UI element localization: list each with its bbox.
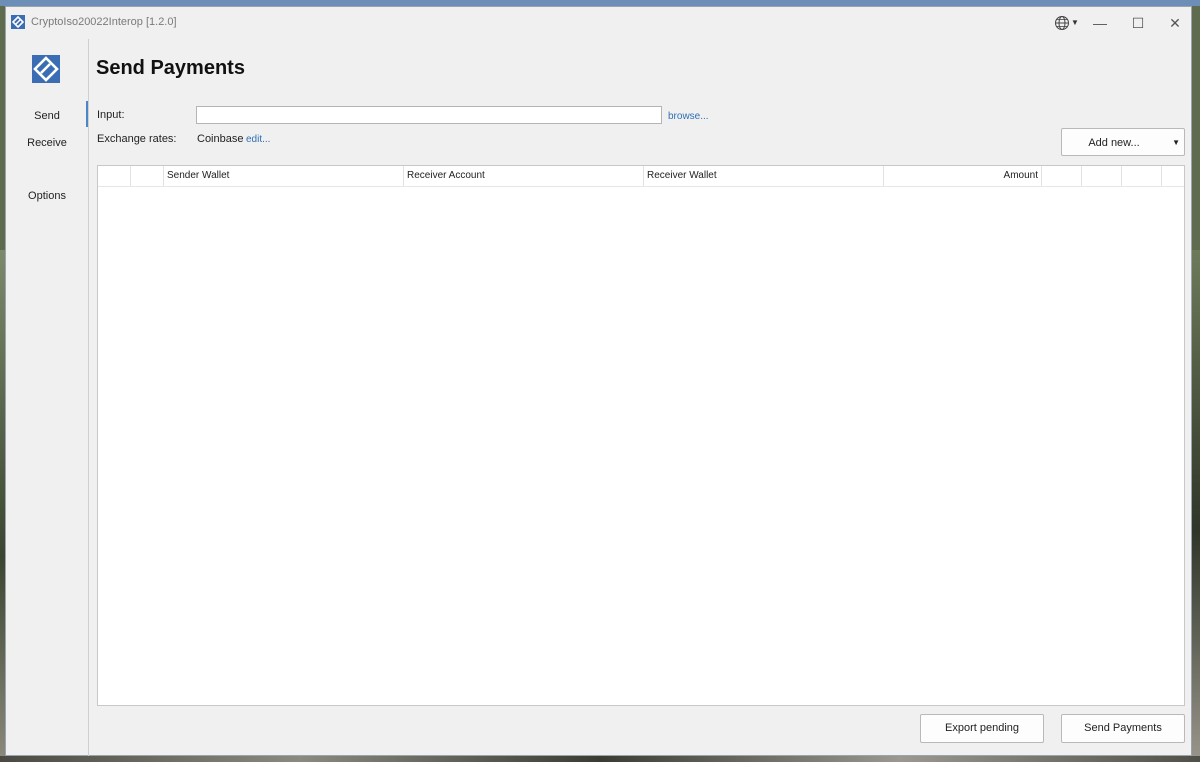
- edit-link[interactable]: edit...: [246, 134, 270, 145]
- globe-icon[interactable]: [1054, 15, 1070, 31]
- export-pending-button[interactable]: Export pending: [920, 714, 1044, 743]
- input-label: Input:: [97, 109, 125, 121]
- title-bar[interactable]: CryptoIso20022Interop [1.2.0] ▼ — ☐ ✕: [6, 7, 1191, 39]
- sidebar-item-receive[interactable]: Receive: [6, 137, 88, 149]
- column-header-receiver-account[interactable]: Receiver Account: [404, 166, 644, 186]
- sidebar-item-options[interactable]: Options: [6, 190, 88, 202]
- input-field[interactable]: [196, 106, 662, 124]
- close-button[interactable]: ✕: [1161, 11, 1189, 35]
- exchange-rates-label: Exchange rates:: [97, 133, 177, 145]
- column-header-sender-wallet[interactable]: Sender Wallet: [164, 166, 404, 186]
- app-window: CryptoIso20022Interop [1.2.0] ▼ — ☐ ✕ Se…: [5, 6, 1192, 756]
- browse-link[interactable]: browse...: [668, 111, 709, 122]
- column-header-select[interactable]: [98, 166, 131, 186]
- table-header: Sender Wallet Receiver Account Receiver …: [98, 166, 1184, 187]
- column-header-extra-1[interactable]: [1042, 166, 1082, 186]
- send-payments-button[interactable]: Send Payments: [1061, 714, 1185, 743]
- minimize-button[interactable]: —: [1086, 11, 1114, 35]
- column-header-extra-3[interactable]: [1122, 166, 1162, 186]
- column-header-receiver-wallet[interactable]: Receiver Wallet: [644, 166, 884, 186]
- desktop-background-bottom: [0, 756, 1200, 762]
- window-title: CryptoIso20022Interop [1.2.0]: [31, 16, 177, 28]
- sidebar: Send Receive Options: [6, 39, 89, 756]
- maximize-button[interactable]: ☐: [1124, 11, 1152, 35]
- add-new-label: Add new...: [1088, 137, 1140, 149]
- app-logo: [32, 55, 60, 83]
- column-header-status[interactable]: [131, 166, 164, 186]
- chevron-down-icon[interactable]: ▼: [1172, 138, 1180, 147]
- column-header-extra-2[interactable]: [1082, 166, 1122, 186]
- chevron-down-icon[interactable]: ▼: [1071, 18, 1079, 27]
- add-new-button[interactable]: Add new... ▼: [1061, 128, 1185, 156]
- exchange-rates-value: Coinbase: [197, 133, 244, 145]
- page-title: Send Payments: [96, 57, 245, 79]
- column-header-amount[interactable]: Amount: [884, 166, 1042, 186]
- app-icon: [11, 15, 25, 29]
- sidebar-item-send[interactable]: Send: [6, 110, 88, 122]
- payments-table[interactable]: Sender Wallet Receiver Account Receiver …: [97, 165, 1185, 706]
